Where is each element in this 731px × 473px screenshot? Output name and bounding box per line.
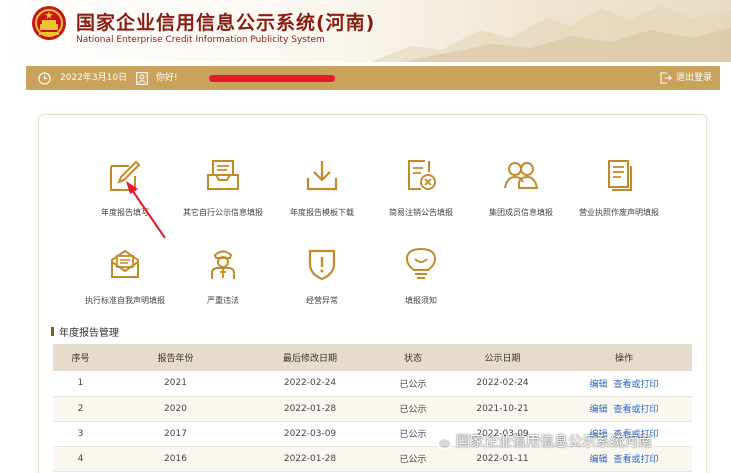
cell-published: 2022-02-24 — [449, 371, 556, 397]
cell-no: 1 — [53, 371, 108, 397]
cell-modified: 2022-01-28 — [243, 446, 377, 472]
view-print-link[interactable]: 查看或打印 — [614, 455, 659, 465]
func-label: 简易注销公告填报 — [389, 208, 453, 217]
func-group-members[interactable]: 集团成员信息填报 — [466, 158, 576, 218]
edit-link[interactable]: 编辑 — [589, 455, 607, 465]
func-license-void[interactable]: 营业执照作废声明填报 — [564, 158, 674, 218]
table-row: 2 2020 2022-01-28 已公示 2021-10-21 编辑 查看或打印 — [53, 396, 692, 422]
download-icon — [306, 161, 338, 191]
func-abnormal-operation[interactable]: 经营异常 — [267, 246, 377, 306]
wechat-watermark: 国家企业信用信息公示系统河南 — [430, 430, 652, 452]
func-label: 填报须知 — [405, 296, 437, 305]
view-print-link[interactable]: 查看或打印 — [614, 405, 659, 415]
cell-year: 2020 — [108, 396, 243, 422]
logout-label: 退出登录 — [676, 73, 713, 83]
bulb-icon — [405, 247, 437, 279]
func-annual-report-fill[interactable]: 年度报告填写 — [70, 158, 180, 218]
func-label: 集团成员信息填报 — [489, 208, 553, 217]
view-print-link[interactable]: 查看或打印 — [614, 380, 659, 390]
wechat-icon — [430, 431, 452, 450]
func-serious-violation[interactable]: 严重违法 — [168, 246, 278, 306]
func-label: 经营异常 — [306, 296, 338, 305]
cell-actions: 编辑 查看或打印 — [556, 396, 692, 422]
clock-icon — [38, 71, 51, 85]
logout-button[interactable]: 退出登录 — [660, 66, 712, 90]
func-standard-declaration[interactable]: 执行标准自我声明填报 — [70, 246, 180, 306]
func-template-download[interactable]: 年度报告模板下载 — [267, 158, 377, 218]
redaction-mark — [209, 75, 335, 82]
edit-link[interactable]: 编辑 — [589, 405, 607, 415]
col-header-actions: 操作 — [556, 344, 692, 371]
cell-published: 2021-10-21 — [449, 396, 556, 422]
edit-icon — [110, 160, 141, 191]
cell-no: 2 — [53, 396, 108, 422]
func-other-disclosure[interactable]: 其它自行公示信息填报 — [168, 158, 278, 218]
col-header-status: 状态 — [377, 344, 449, 371]
watermark-text: 国家企业信用信息公示系统河南 — [456, 434, 652, 450]
func-filing-notice[interactable]: 填报须知 — [366, 246, 476, 306]
mountain-decoration — [371, 6, 731, 62]
national-emblem-icon — [32, 6, 66, 40]
mail-icon — [111, 249, 139, 278]
document-icon — [608, 160, 632, 191]
edit-link[interactable]: 编辑 — [589, 380, 607, 390]
cell-actions: 编辑 查看或打印 — [556, 371, 692, 397]
func-label: 执行标准自我声明填报 — [85, 296, 165, 305]
cancel-notice-icon — [408, 160, 436, 190]
cell-status: 已公示 — [377, 371, 449, 397]
warning-shield-icon — [308, 249, 336, 281]
cell-modified: 2022-02-24 — [243, 371, 377, 397]
func-label: 营业执照作废声明填报 — [579, 208, 659, 217]
func-simple-cancellation[interactable]: 简易注销公告填报 — [366, 158, 476, 218]
col-header-no: 序号 — [53, 344, 108, 371]
cell-status: 已公示 — [377, 396, 449, 422]
cell-no: 3 — [53, 421, 108, 447]
col-header-year: 报告年份 — [108, 344, 243, 371]
cell-year: 2017 — [108, 421, 243, 447]
cell-modified: 2022-01-28 — [243, 396, 377, 422]
table-row: 1 2021 2022-02-24 已公示 2022-02-24 编辑 查看或打印 — [53, 371, 692, 397]
site-header: 国家企业信用信息公示系统(河南) National Enterprise Cre… — [0, 0, 731, 62]
inbox-icon — [207, 160, 239, 190]
func-label: 严重违法 — [207, 296, 239, 305]
info-bar: 2022年3月10日 你好! 退出登录 — [26, 66, 720, 90]
cell-no: 4 — [53, 446, 108, 472]
cell-year: 2021 — [108, 371, 243, 397]
greeting-text: 你好! — [156, 73, 178, 83]
greeting: 你好! — [136, 66, 178, 90]
site-subtitle: National Enterprise Credit Information P… — [76, 35, 325, 45]
func-label: 年度报告模板下载 — [290, 208, 354, 217]
cell-year: 2016 — [108, 446, 243, 472]
annual-report-table: 序号 报告年份 最后修改日期 状态 公示日期 操作 1 2021 2022-02… — [53, 344, 692, 472]
col-header-modified: 最后修改日期 — [243, 344, 377, 371]
cell-modified: 2022-03-09 — [243, 421, 377, 447]
func-label: 年度报告填写 — [101, 208, 149, 217]
func-label: 其它自行公示信息填报 — [183, 208, 263, 217]
table-header-row: 序号 报告年份 最后修改日期 状态 公示日期 操作 — [53, 344, 692, 371]
user-card-icon — [136, 71, 148, 85]
section-title: 年度报告管理 — [51, 324, 119, 339]
section-title-text: 年度报告管理 — [59, 328, 119, 339]
site-title: 国家企业信用信息公示系统(河南) — [76, 12, 376, 34]
group-icon — [504, 162, 539, 189]
date-display: 2022年3月10日 — [38, 66, 127, 90]
officer-icon — [211, 250, 235, 279]
section-marker — [51, 327, 54, 336]
logout-icon — [660, 72, 672, 84]
date-text: 2022年3月10日 — [60, 73, 128, 83]
col-header-published: 公示日期 — [449, 344, 556, 371]
